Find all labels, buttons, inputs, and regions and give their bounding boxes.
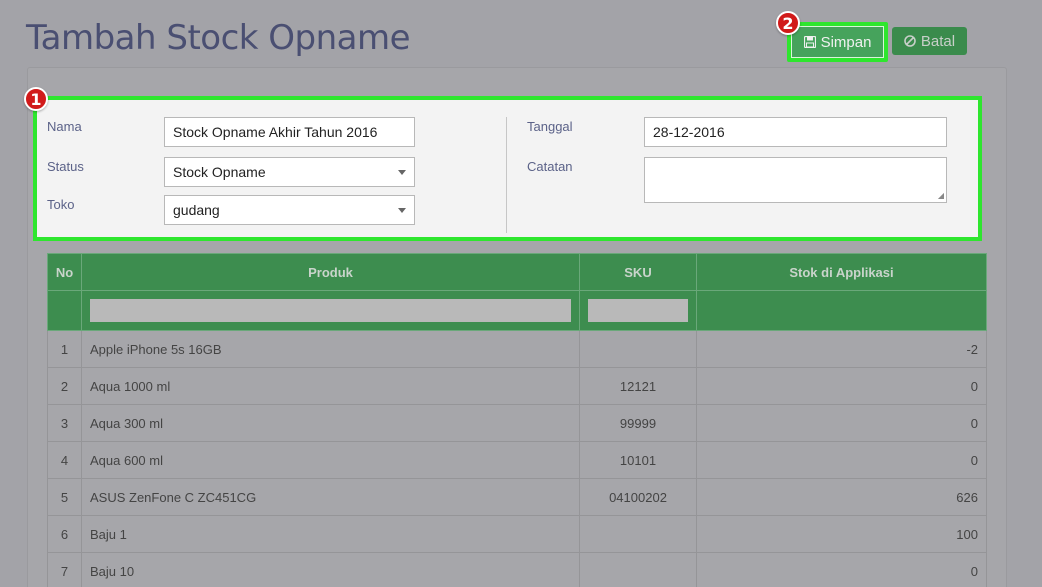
table-row[interactable]: 7 Baju 10 0 (47, 552, 987, 587)
toko-select-value: gudang (173, 202, 220, 218)
table-row[interactable]: 5 ASUS ZenFone C ZC451CG 04100202 626 (47, 478, 987, 516)
nama-label: Nama (47, 119, 82, 134)
toko-label: Toko (47, 197, 75, 212)
floppy-disk-icon (803, 36, 816, 48)
cell-no: 6 (47, 515, 82, 553)
column-header-no[interactable]: No (47, 253, 82, 291)
product-table: No Produk SKU Stok di Applikasi 1 Apple … (47, 253, 987, 587)
resize-grip-icon[interactable]: ◢ (938, 191, 944, 200)
table-row[interactable]: 3 Aqua 300 ml 99999 0 (47, 404, 987, 442)
tanggal-label: Tanggal (527, 119, 573, 134)
save-button[interactable]: Simpan (787, 22, 888, 62)
cell-stok: 0 (696, 441, 987, 479)
cell-no: 1 (47, 330, 82, 368)
cell-stok: 100 (696, 515, 987, 553)
tanggal-input[interactable]: 28-12-2016 (644, 117, 947, 147)
cell-sku: 04100202 (579, 478, 697, 516)
nama-input[interactable]: Stock Opname Akhir Tahun 2016 (164, 117, 415, 147)
cell-produk: Baju 10 (81, 552, 580, 587)
table-row[interactable]: 6 Baju 1 100 (47, 515, 987, 553)
form-divider (506, 117, 507, 233)
cell-sku: 12121 (579, 367, 697, 405)
cell-produk: Baju 1 (81, 515, 580, 553)
table-row[interactable]: 2 Aqua 1000 ml 12121 0 (47, 367, 987, 405)
status-label: Status (47, 159, 84, 174)
cell-sku (579, 552, 697, 587)
column-header-stok[interactable]: Stok di Applikasi (696, 253, 987, 291)
ban-icon (904, 35, 916, 47)
sku-filter-input[interactable] (588, 299, 688, 322)
cell-sku (579, 330, 697, 368)
cell-stok: 626 (696, 478, 987, 516)
cancel-button-label: Batal (920, 32, 956, 50)
cell-produk: ASUS ZenFone C ZC451CG (81, 478, 580, 516)
filter-cell-stok (696, 290, 987, 331)
produk-filter-input[interactable] (90, 299, 571, 322)
filter-cell-no (47, 290, 82, 331)
cell-produk: Aqua 600 ml (81, 441, 580, 479)
cell-stok: 0 (696, 404, 987, 442)
catatan-label: Catatan (527, 159, 573, 174)
step-badge-1: 1 (24, 87, 48, 111)
column-header-sku[interactable]: SKU (579, 253, 697, 291)
filter-cell-produk (81, 290, 580, 331)
catatan-textarea[interactable]: ◢ (644, 157, 947, 203)
cell-sku (579, 515, 697, 553)
page-title: Tambah Stock Opname (26, 18, 411, 58)
cell-no: 5 (47, 478, 82, 516)
cell-produk: Aqua 1000 ml (81, 367, 580, 405)
cell-produk: Aqua 300 ml (81, 404, 580, 442)
tanggal-input-value: 28-12-2016 (653, 124, 725, 140)
cell-no: 7 (47, 552, 82, 587)
table-row[interactable]: 1 Apple iPhone 5s 16GB -2 (47, 330, 987, 368)
save-button-label: Simpan (820, 33, 872, 51)
status-select[interactable]: Stock Opname (164, 157, 415, 187)
table-filter-row (47, 290, 987, 331)
table-row[interactable]: 4 Aqua 600 ml 10101 0 (47, 441, 987, 479)
table-header-row: No Produk SKU Stok di Applikasi (47, 253, 987, 291)
cell-sku: 10101 (579, 441, 697, 479)
filter-cell-sku (579, 290, 697, 331)
cell-produk: Apple iPhone 5s 16GB (81, 330, 580, 368)
step-badge-2: 2 (776, 11, 800, 35)
cell-stok: 0 (696, 367, 987, 405)
status-select-value: Stock Opname (173, 164, 266, 180)
cell-no: 4 (47, 441, 82, 479)
cell-no: 2 (47, 367, 82, 405)
cell-stok: 0 (696, 552, 987, 587)
cell-no: 3 (47, 404, 82, 442)
cancel-button[interactable]: Batal (892, 27, 967, 55)
toko-select[interactable]: gudang (164, 195, 415, 225)
cell-sku: 99999 (579, 404, 697, 442)
nama-input-value: Stock Opname Akhir Tahun 2016 (173, 124, 378, 140)
cell-stok: -2 (696, 330, 987, 368)
column-header-produk[interactable]: Produk (81, 253, 580, 291)
